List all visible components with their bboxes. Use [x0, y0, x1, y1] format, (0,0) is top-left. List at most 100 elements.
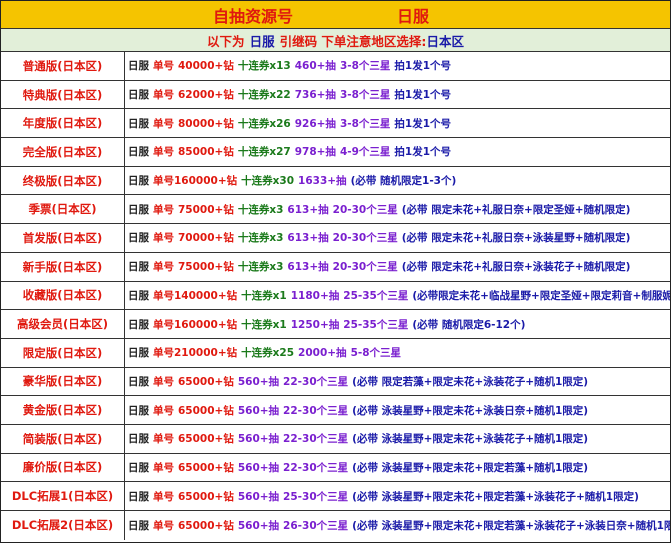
notice-middle: 引继码 下单注意地区选择:	[279, 33, 427, 49]
product-description: 日服 单号 75000+钻 十连券x3 613+抽 20-30个三星 (必带 限…	[125, 253, 670, 281]
row-stars: 25-35个三星	[343, 318, 409, 331]
row-single: 单号	[153, 232, 174, 245]
row-pulls: 560+抽	[237, 375, 280, 388]
product-name: 廉价版(日本区)	[1, 453, 125, 482]
row-note: (必带 限定未花+礼服日奈+泳装星野+随机限定)	[401, 232, 631, 245]
row-single: 单号	[153, 117, 174, 130]
row-stars: 20-30个三星	[332, 232, 398, 245]
row-note: (必带限定未花+临战星野+限定圣娅+限定莉音+制服妮露)	[412, 289, 670, 302]
product-name: 首发版(日本区)	[1, 224, 125, 252]
row-single: 单号	[153, 461, 174, 474]
row-gems: 65000+钻	[178, 490, 234, 503]
product-name: DLC拓展2(日本区)	[1, 511, 125, 540]
row-note: 拍1发1个号	[394, 117, 452, 130]
row-pulls: 2000+抽	[298, 347, 347, 360]
row-single: 单号	[153, 261, 174, 274]
row-note: (必带 限定若藻+限定未花+泳装花子+随机1限定)	[352, 375, 589, 388]
row-note: 拍1发1个号	[394, 89, 452, 102]
product-name: 收藏版(日本区)	[1, 281, 125, 310]
row-server: 日服	[128, 89, 149, 102]
row-pulls: 1180+抽	[290, 289, 340, 302]
product-description: 日服 单号 65000+钻 560+抽 26-30个三星 (必带 泳装星野+限定…	[125, 511, 670, 540]
row-single: 单号	[153, 375, 174, 388]
row-gems: 65000+钻	[178, 461, 234, 474]
row-tickets: 十连券x25	[241, 347, 295, 360]
row-note: (必带 泳装星野+限定未花+限定若藻+随机1限定)	[352, 461, 589, 474]
table-row: 年度版(日本区) 日服 单号 80000+钻 十连券x26 926+抽 3-8个…	[1, 109, 670, 139]
row-gems: 75000+钻	[178, 261, 234, 274]
row-note: 拍1发1个号	[394, 60, 452, 73]
table-row: 季票(日本区) 日服 单号 75000+钻 十连券x3 613+抽 20-30个…	[1, 195, 670, 225]
product-name: 高级会员(日本区)	[1, 310, 125, 338]
row-single: 单号160000+钻	[153, 318, 238, 331]
row-server: 日服	[128, 117, 149, 130]
table-row: 收藏版(日本区) 日服 单号140000+钻 十连券x1 1180+抽 25-3…	[1, 281, 670, 311]
row-tickets: 十连券x13	[237, 60, 291, 73]
table-row: 新手版(日本区) 日服 单号 75000+钻 十连券x3 613+抽 20-30…	[1, 252, 670, 282]
product-description: 日服 单号160000+钻 十连券x1 1250+抽 25-35个三星 (必带 …	[125, 310, 670, 338]
notice-prefix: 以下为	[207, 33, 245, 49]
row-tickets: 十连券x1	[241, 318, 287, 331]
row-server: 日服	[128, 232, 149, 245]
table-row: 限定版(日本区) 日服 单号210000+钻 十连券x25 2000+抽 5-8…	[1, 338, 670, 368]
row-tickets: 十连券x3	[237, 261, 284, 274]
product-description: 日服 单号 62000+钻 十连券x22 736+抽 3-8个三星 拍1发1个号	[125, 81, 670, 109]
table-row: 普通版(日本区) 日服 单号 40000+钻 十连券x13 460+抽 3-8个…	[1, 52, 670, 81]
row-pulls: 560+抽	[237, 461, 280, 474]
table-row: 首发版(日本区) 日服 单号 70000+钻 十连券x3 613+抽 20-30…	[1, 224, 670, 253]
row-tickets: 十连券x22	[237, 89, 291, 102]
notice-bar: 以下为 日服 引继码 下单注意地区选择: 日本区	[1, 29, 670, 52]
row-note: (必带 泳装星野+限定未花+泳装花子+随机1限定)	[352, 433, 589, 446]
notice-region: 日本区	[426, 33, 464, 49]
row-note: (必带 泳装星野+限定未花+限定若藻+泳装花子+随机1限定)	[352, 490, 639, 503]
row-stars: 4-9个三星	[339, 146, 391, 159]
row-single: 单号	[153, 519, 174, 532]
product-description: 日服 单号160000+钻 十连券x30 1633+抽 (必带 随机限定1-3个…	[125, 167, 670, 195]
row-single: 单号210000+钻	[153, 347, 238, 360]
row-pulls: 1250+抽	[290, 318, 340, 331]
server-title: 日服	[397, 6, 430, 26]
row-gems: 65000+钻	[178, 519, 234, 532]
row-single: 单号	[153, 433, 174, 446]
product-description: 日服 单号 40000+钻 十连券x13 460+抽 3-8个三星 拍1发1个号	[125, 52, 670, 80]
row-tickets: 十连券x1	[241, 289, 287, 302]
row-gems: 65000+钻	[178, 433, 234, 446]
row-pulls: 560+抽	[237, 519, 280, 532]
row-tickets: 十连券x3	[237, 232, 284, 245]
row-stars: 22-30个三星	[283, 433, 349, 446]
row-stars: 25-35个三星	[343, 289, 409, 302]
row-stars: 25-30个三星	[283, 490, 349, 503]
page-title: 自抽资源号	[213, 6, 294, 26]
table-row: 廉价版(日本区) 日服 单号 65000+钻 560+抽 22-30个三星 (必…	[1, 453, 670, 483]
table-row: 简装版(日本区) 日服 单号 65000+钻 560+抽 22-30个三星 (必…	[1, 424, 670, 454]
row-gems: 70000+钻	[178, 232, 234, 245]
product-description: 日服 单号 65000+钻 560+抽 22-30个三星 (必带 限定若藻+限定…	[125, 368, 670, 396]
row-server: 日服	[128, 175, 149, 188]
product-description: 日服 单号 65000+钻 560+抽 25-30个三星 (必带 泳装星野+限定…	[125, 482, 670, 510]
listing-table: 自抽资源号 日服 以下为 日服 引继码 下单注意地区选择: 日本区 普通版(日本…	[0, 0, 671, 543]
row-pulls: 1633+抽	[298, 175, 347, 188]
row-stars: 20-30个三星	[332, 203, 398, 216]
row-single: 单号140000+钻	[153, 289, 238, 302]
table-row: 黄金版(日本区) 日服 单号 65000+钻 560+抽 22-30个三星 (必…	[1, 396, 670, 425]
row-gems: 65000+钻	[178, 404, 234, 417]
product-description: 日服 单号 65000+钻 560+抽 22-30个三星 (必带 泳装星野+限定…	[125, 425, 670, 453]
row-gems: 75000+钻	[178, 203, 234, 216]
product-name: 年度版(日本区)	[1, 109, 125, 138]
row-single: 单号	[153, 203, 174, 216]
row-tickets: 十连券x3	[237, 203, 284, 216]
row-stars: 5-8个三星	[350, 347, 402, 360]
row-note: (必带 随机限定1-3个)	[350, 175, 457, 188]
row-server: 日服	[128, 289, 149, 302]
row-server: 日服	[128, 347, 149, 360]
product-name: DLC拓展1(日本区)	[1, 482, 125, 510]
product-name: 豪华版(日本区)	[1, 367, 125, 396]
product-description: 日服 单号 70000+钻 十连券x3 613+抽 20-30个三星 (必带 限…	[125, 224, 670, 252]
row-single: 单号	[153, 146, 174, 159]
table-row: 完全版(日本区) 日服 单号 85000+钻 十连券x27 978+抽 4-9个…	[1, 138, 670, 167]
product-rows: 普通版(日本区) 日服 单号 40000+钻 十连券x13 460+抽 3-8个…	[1, 52, 670, 540]
row-server: 日服	[128, 318, 149, 331]
row-note: (必带 泳装星野+限定未花+限定若藻+泳装花子+泳装日奈+随机1限定)	[352, 519, 670, 532]
row-pulls: 460+抽	[294, 60, 336, 73]
row-server: 日服	[128, 146, 149, 159]
